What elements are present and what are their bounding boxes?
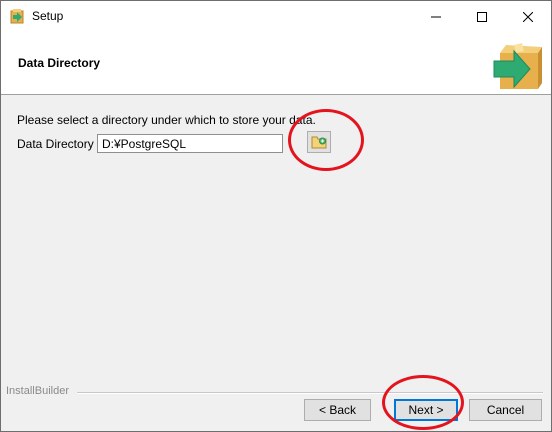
page-header: Data Directory	[1, 32, 551, 95]
folder-browse-icon	[311, 136, 327, 149]
footer-divider	[77, 392, 543, 394]
maximize-button[interactable]	[459, 1, 505, 32]
app-icon	[10, 9, 24, 24]
back-button[interactable]: < Back	[304, 399, 371, 421]
data-directory-input[interactable]	[97, 134, 283, 153]
maximize-icon	[477, 11, 487, 22]
installbuilder-brand: InstallBuilder	[6, 385, 69, 397]
cancel-button[interactable]: Cancel	[469, 399, 542, 421]
window-title: Setup	[32, 9, 64, 23]
minimize-icon	[431, 16, 441, 17]
instruction-text: Please select a directory under which to…	[17, 113, 316, 127]
title-bar: Setup	[1, 1, 551, 32]
page-title: Data Directory	[18, 56, 101, 70]
installer-box-arrow-icon	[493, 43, 542, 89]
next-button[interactable]: Next >	[394, 399, 458, 421]
minimize-button[interactable]	[413, 1, 459, 32]
content-area: Please select a directory under which to…	[1, 95, 551, 385]
setup-window: Setup Data Directory Please select a dir…	[0, 0, 552, 432]
close-icon	[523, 11, 533, 22]
data-directory-label: Data Directory	[17, 137, 94, 151]
close-button[interactable]	[505, 1, 551, 32]
browse-button[interactable]	[307, 131, 331, 153]
